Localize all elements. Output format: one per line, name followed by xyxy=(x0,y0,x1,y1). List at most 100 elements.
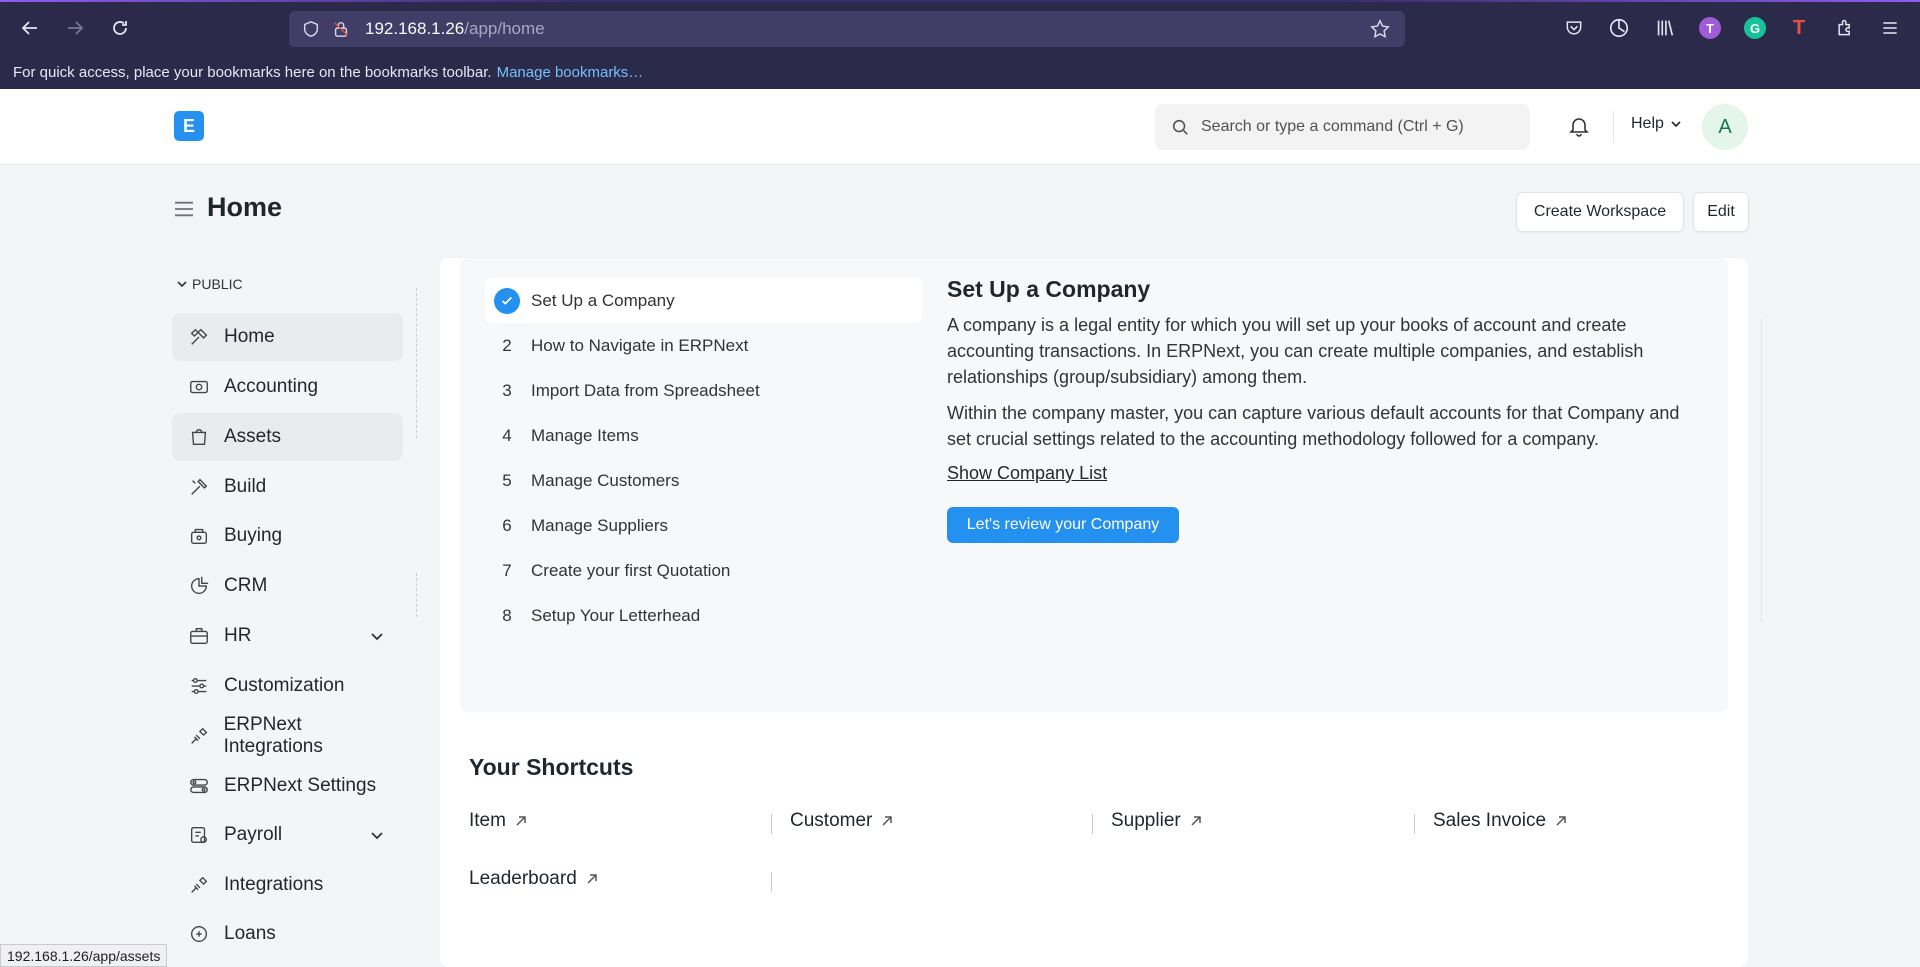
sidebar-item-hr[interactable]: HR xyxy=(172,612,403,660)
chevron-down-icon[interactable] xyxy=(367,825,387,845)
sidebar-scroll-rail xyxy=(416,288,417,438)
step-detail-text: Within the company master, you can captu… xyxy=(947,403,1680,449)
arrow-up-right-icon xyxy=(516,816,526,826)
link-status-tooltip: 192.168.1.26/app/assets xyxy=(0,944,168,967)
settings-icon xyxy=(187,774,211,798)
sidebar-item-payroll[interactable]: Payroll xyxy=(172,811,403,859)
tab-accent xyxy=(0,0,1920,2)
onboarding-step[interactable]: 8 Setup Your Letterhead xyxy=(485,593,922,638)
help-dropdown[interactable]: Help xyxy=(1631,115,1682,133)
step-number: 3 xyxy=(502,380,512,400)
extensions-puzzle-icon[interactable] xyxy=(1832,15,1858,41)
arrow-up-right-icon xyxy=(1556,816,1566,826)
sidebar-item-label: Build xyxy=(224,476,267,497)
check-icon xyxy=(494,287,520,314)
build-icon xyxy=(187,475,211,499)
shortcut-item[interactable]: Item xyxy=(469,810,528,832)
step-number: 6 xyxy=(502,515,512,535)
sidebar-item-erpnext-settings[interactable]: ERPNext Settings xyxy=(172,762,403,810)
sidebar-item-buying[interactable]: Buying xyxy=(172,512,403,560)
url-bar[interactable]: 192.168.1.26/app/home xyxy=(289,11,1405,47)
shortcut-label: Leaderboard xyxy=(469,868,577,889)
crm-icon xyxy=(187,574,211,598)
search-input[interactable]: Search or type a command (Ctrl + G) xyxy=(1155,104,1530,150)
manage-bookmarks-link[interactable]: Manage bookmarks… xyxy=(497,64,644,81)
bookmark-star-icon[interactable] xyxy=(1369,18,1391,40)
shortcut-divider xyxy=(771,814,772,834)
onboarding-step[interactable]: 5 Manage Customers xyxy=(485,458,922,503)
sidebar-scroll-rail xyxy=(416,573,417,617)
review-company-button[interactable]: Let's review your Company xyxy=(947,507,1179,543)
app-navbar: E Search or type a command (Ctrl + G) He… xyxy=(0,89,1920,165)
notifications-bell-icon[interactable] xyxy=(1567,114,1593,140)
forward-icon[interactable] xyxy=(59,14,91,42)
workspace-content: Set Up a Company 2 How to Navigate in ER… xyxy=(440,258,1748,967)
sidebar-toggle-icon[interactable] xyxy=(173,200,197,220)
shortcut-sales-invoice[interactable]: Sales Invoice xyxy=(1433,810,1568,832)
bookmarks-bar: For quick access, place your bookmarks h… xyxy=(0,56,1920,89)
sidebar-section-public[interactable]: PUBLIC xyxy=(176,276,243,292)
search-placeholder: Search or type a command (Ctrl + G) xyxy=(1201,118,1464,135)
create-workspace-button[interactable]: Create Workspace xyxy=(1516,192,1684,232)
sidebar-item-build[interactable]: Build xyxy=(172,463,403,511)
money-icon xyxy=(187,375,211,399)
back-icon[interactable] xyxy=(14,14,46,42)
chevron-down-icon[interactable] xyxy=(367,626,387,646)
shield-icon[interactable] xyxy=(301,19,321,39)
library-icon[interactable] xyxy=(1652,15,1678,41)
edit-button[interactable]: Edit xyxy=(1693,192,1749,232)
shortcut-supplier[interactable]: Supplier xyxy=(1111,810,1203,832)
sidebar-item-label: HR xyxy=(224,625,252,646)
step-number: 7 xyxy=(502,560,512,580)
step-number: 2 xyxy=(502,335,512,355)
sidebar-item-assets[interactable]: Assets xyxy=(172,413,403,461)
pocket-icon[interactable] xyxy=(1561,15,1587,41)
sidebar-item-customization[interactable]: Customization xyxy=(172,662,403,710)
sidebar-item-integrations[interactable]: Integrations xyxy=(172,861,403,909)
onboarding-step[interactable]: 2 How to Navigate in ERPNext xyxy=(485,323,922,368)
shortcut-label: Customer xyxy=(790,810,873,831)
sidebar-item-loans[interactable]: Loans xyxy=(172,910,403,958)
onboarding-step[interactable]: 4 Manage Items xyxy=(485,413,922,458)
show-company-list-link[interactable]: Show Company List xyxy=(947,463,1107,484)
menu-icon[interactable] xyxy=(1877,15,1903,41)
app-logo[interactable]: E xyxy=(174,111,204,141)
sidebar-item-accounting[interactable]: Accounting xyxy=(172,363,403,411)
url-path: /app/home xyxy=(464,19,545,38)
arrow-up-right-icon xyxy=(882,816,893,826)
sliders-icon xyxy=(187,674,211,698)
step-number: 8 xyxy=(502,605,512,625)
sidebar-item-label: CRM xyxy=(224,575,268,596)
extension-t-icon[interactable]: T xyxy=(1699,17,1721,39)
page-title: Home xyxy=(207,192,283,222)
step-label: Manage Suppliers xyxy=(531,515,669,535)
step-number: 5 xyxy=(502,470,512,490)
step-label: Setup Your Letterhead xyxy=(531,605,701,625)
sidebar-item-home[interactable]: Home xyxy=(172,313,403,361)
tools-icon xyxy=(187,325,211,349)
sidebar-item-label: Payroll xyxy=(224,824,283,845)
search-icon xyxy=(1172,119,1188,135)
avatar[interactable]: A xyxy=(1702,104,1748,150)
sidebar-item-label: ERPNext Settings xyxy=(224,775,377,796)
extension-red-t-icon[interactable]: T xyxy=(1786,15,1812,41)
onboarding-step[interactable]: 6 Manage Suppliers xyxy=(485,503,922,548)
sidebar-item-label: Customization xyxy=(224,675,345,696)
help-label: Help xyxy=(1631,115,1664,132)
sidebar-item-erpnext-integrations[interactable]: ERPNext Integrations xyxy=(172,712,403,760)
onboarding-step[interactable]: 3 Import Data from Spreadsheet xyxy=(485,368,922,413)
step-label: How to Navigate in ERPNext xyxy=(531,335,749,355)
grammarly-icon[interactable]: G xyxy=(1744,17,1766,39)
shortcut-label: Sales Invoice xyxy=(1433,810,1547,831)
sidebar-item-crm[interactable]: CRM xyxy=(172,562,403,610)
shortcut-customer[interactable]: Customer xyxy=(790,810,894,832)
bag-icon xyxy=(187,425,211,449)
shortcut-leaderboard[interactable]: Leaderboard xyxy=(469,868,599,890)
timer-icon[interactable] xyxy=(1606,15,1632,41)
header-divider xyxy=(1613,111,1614,143)
onboarding-step[interactable]: Set Up a Company xyxy=(485,278,922,323)
lock-icon[interactable] xyxy=(331,19,351,39)
reload-icon[interactable] xyxy=(104,14,136,42)
onboarding-step[interactable]: 7 Create your first Quotation xyxy=(485,548,922,593)
shortcut-label: Supplier xyxy=(1111,810,1181,831)
